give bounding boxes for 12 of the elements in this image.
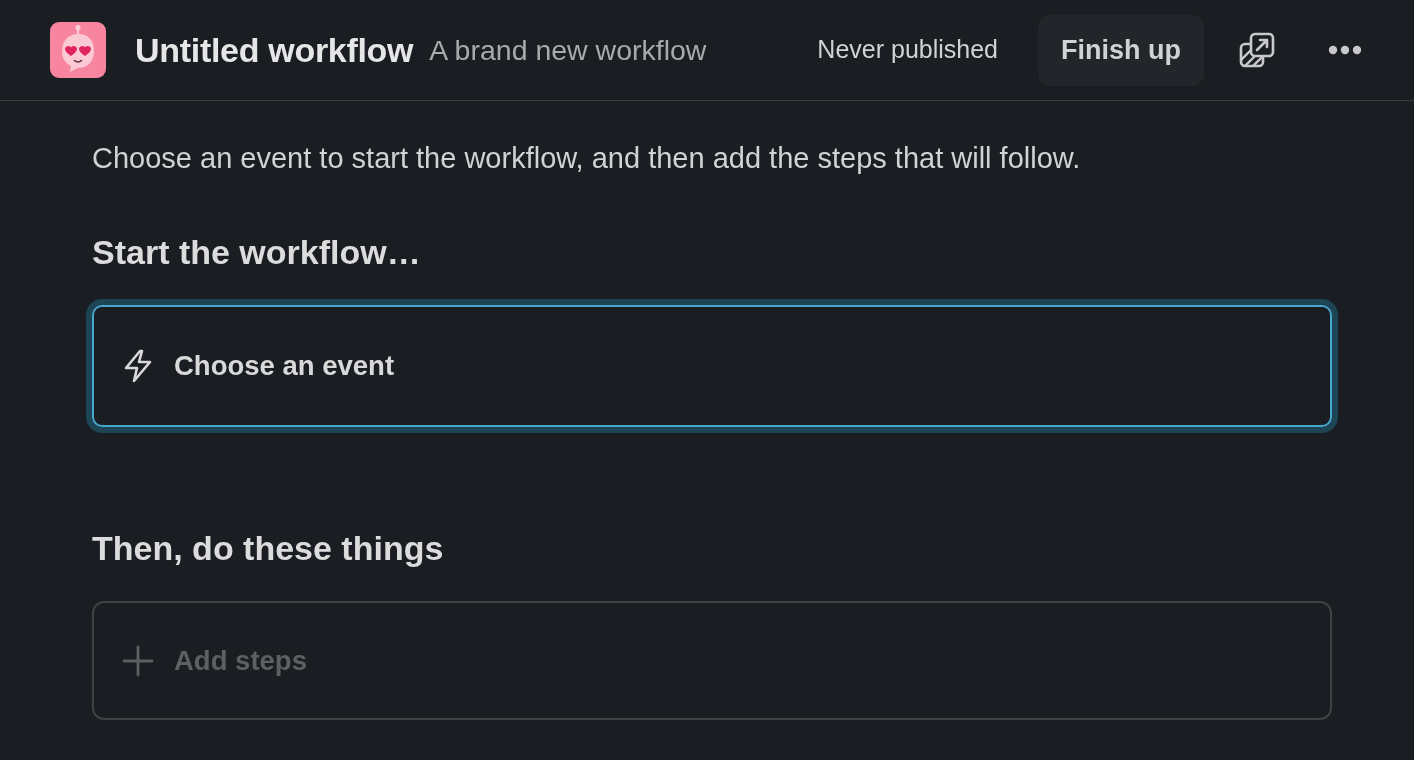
workflow-description: Choose an event to start the workflow, and then add the steps that will follow. [92, 141, 1082, 176]
section-heading: Then, do these things [92, 528, 445, 569]
robot-face-logo-icon [50, 22, 106, 78]
finish-up-button[interactable]: Finish up [1038, 14, 1204, 86]
publish-status: Never published [817, 34, 998, 66]
more-icon[interactable] [1328, 45, 1362, 55]
plus-icon [122, 643, 154, 678]
workflow-title: Untitled workflow [135, 29, 414, 71]
external-link-icon[interactable] [1239, 32, 1275, 68]
workflow-subtitle: A brand new workflow [429, 32, 707, 68]
section-heading: Start the workflow… [92, 232, 422, 273]
lightning-bolt-icon [122, 349, 154, 383]
